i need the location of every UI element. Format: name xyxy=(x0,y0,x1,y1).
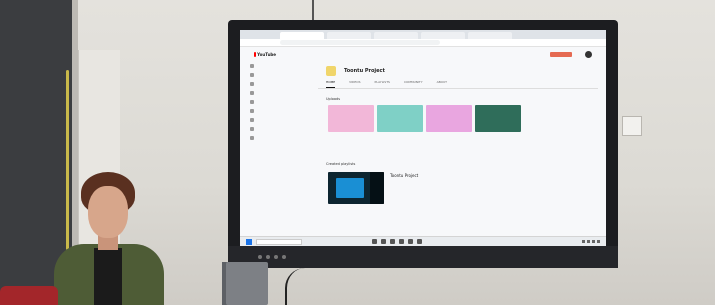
video-thumbnail[interactable] xyxy=(475,105,521,132)
subscriptions-icon xyxy=(250,90,254,95)
system-tray xyxy=(582,240,600,243)
sidebar-item[interactable] xyxy=(240,88,296,97)
tab-home[interactable]: HOME xyxy=(326,80,336,88)
address-bar-row xyxy=(240,39,606,47)
sidebar-item[interactable] xyxy=(240,70,296,79)
sidebar-item[interactable] xyxy=(240,61,296,70)
face xyxy=(88,186,128,238)
explore-icon xyxy=(250,72,254,77)
ceiling-cable xyxy=(312,0,314,22)
youtube-logo[interactable]: YouTube xyxy=(254,51,276,57)
classroom-photo: YouTube Toontu Project HOME VIDEOS PLAYL… xyxy=(0,0,715,305)
liked-icon xyxy=(250,135,254,140)
library-icon xyxy=(250,99,254,104)
bezel-button xyxy=(258,255,262,259)
app-icon[interactable] xyxy=(408,239,413,244)
tray-icon[interactable] xyxy=(587,240,590,243)
shorts-icon xyxy=(250,81,254,86)
playlists-section-label: Created playlists xyxy=(326,162,356,166)
channel-title: Toontu Project xyxy=(344,68,385,74)
black-top xyxy=(94,248,122,305)
youtube-header: YouTube xyxy=(240,47,606,61)
display-screen: YouTube Toontu Project HOME VIDEOS PLAYL… xyxy=(240,30,606,246)
app-icon[interactable] xyxy=(417,239,422,244)
interactive-display: YouTube Toontu Project HOME VIDEOS PLAYL… xyxy=(228,20,618,268)
windows-start-icon[interactable] xyxy=(246,238,252,245)
videos-icon xyxy=(250,117,254,122)
tab-about[interactable]: ABOUT xyxy=(437,80,447,88)
home-icon xyxy=(250,63,254,68)
browser-tab[interactable] xyxy=(468,32,512,39)
sidebar-item[interactable] xyxy=(240,115,296,124)
browser-tab-strip xyxy=(240,30,606,39)
app-icon[interactable] xyxy=(381,239,386,244)
tray-icon[interactable] xyxy=(592,240,595,243)
address-bar[interactable] xyxy=(280,40,440,45)
browser-tab[interactable] xyxy=(327,32,371,39)
bezel-button xyxy=(274,255,278,259)
tab-community[interactable]: COMMUNITY xyxy=(404,80,423,88)
sidebar-item[interactable] xyxy=(240,106,296,115)
tab-playlists[interactable]: PLAYLISTS xyxy=(375,80,390,88)
watch-later-icon xyxy=(250,126,254,131)
youtube-logo-icon xyxy=(254,51,257,57)
windows-taskbar xyxy=(240,236,606,246)
red-chair xyxy=(0,286,58,305)
tab-videos[interactable]: VIDEOS xyxy=(349,80,360,88)
app-icon[interactable] xyxy=(372,239,377,244)
channel-tabs: HOME VIDEOS PLAYLISTS COMMUNITY ABOUT xyxy=(318,80,598,89)
tray-icon[interactable] xyxy=(597,240,600,243)
teacher xyxy=(54,170,170,305)
playlist-thumbnail[interactable] xyxy=(328,172,384,204)
black-cable xyxy=(285,268,315,305)
channel-avatar xyxy=(326,66,336,76)
video-thumbnail[interactable] xyxy=(377,105,423,132)
video-thumbnail[interactable] xyxy=(328,105,374,132)
taskbar-search[interactable] xyxy=(256,238,302,245)
sidebar-item[interactable] xyxy=(240,79,296,88)
app-icon[interactable] xyxy=(390,239,395,244)
video-thumbnail[interactable] xyxy=(426,105,472,132)
uploads-section-label: Uploads xyxy=(326,97,341,101)
playlist-title[interactable]: Toontu Project xyxy=(390,173,418,178)
bezel-button xyxy=(266,255,270,259)
sidebar-item[interactable] xyxy=(240,124,296,133)
youtube-sidebar xyxy=(240,61,296,231)
taskbar-apps xyxy=(372,239,422,244)
wall-switch xyxy=(622,116,642,136)
avatar-icon[interactable] xyxy=(585,51,592,58)
laptop xyxy=(226,262,268,305)
create-button[interactable] xyxy=(550,52,572,57)
app-icon[interactable] xyxy=(399,239,404,244)
youtube-logo-text: YouTube xyxy=(257,51,276,57)
history-icon xyxy=(250,108,254,113)
browser-tab[interactable] xyxy=(374,32,418,39)
browser-tab[interactable] xyxy=(421,32,465,39)
uploads-row xyxy=(328,105,521,132)
display-bezel-bottom xyxy=(228,246,618,268)
sidebar-item[interactable] xyxy=(240,133,296,142)
sidebar-item[interactable] xyxy=(240,97,296,106)
bezel-button xyxy=(282,255,286,259)
browser-tab[interactable] xyxy=(280,32,324,39)
playlist-preview xyxy=(336,178,364,198)
playlist-count-overlay xyxy=(370,172,384,204)
tray-icon[interactable] xyxy=(582,240,585,243)
